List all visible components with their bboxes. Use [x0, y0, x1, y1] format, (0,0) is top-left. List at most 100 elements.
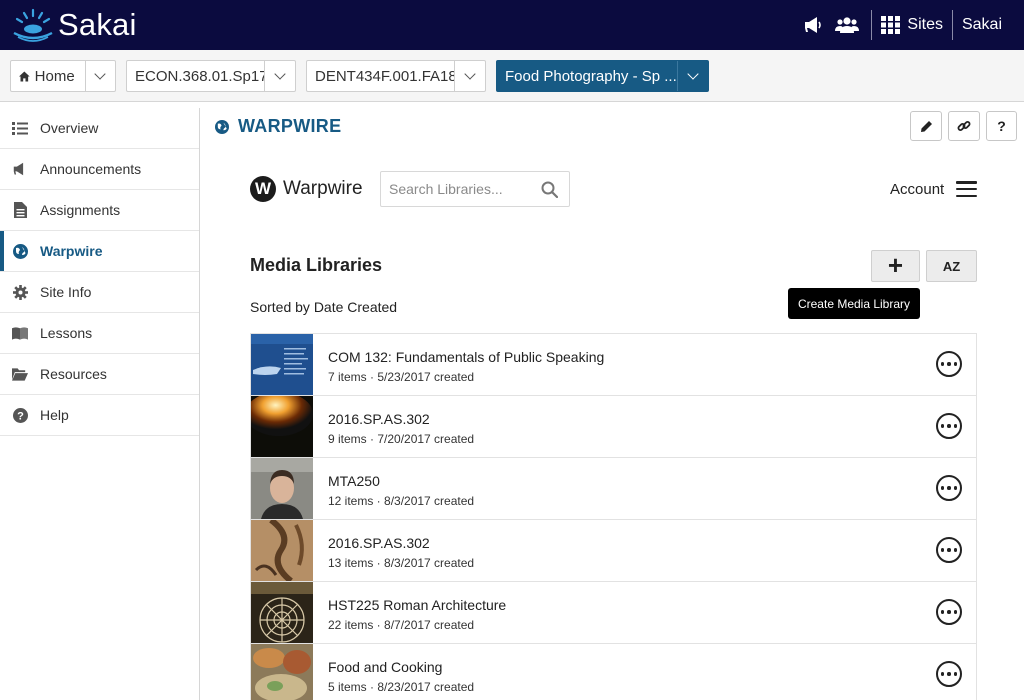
- search-input[interactable]: [389, 179, 539, 199]
- tool-label: Warpwire: [40, 243, 103, 259]
- site-tab-label: DENT434F.001.FA18: [315, 67, 455, 85]
- page-title-text: WARPWIRE: [238, 116, 342, 136]
- more-options-icon[interactable]: [936, 537, 962, 563]
- site-tab-home[interactable]: Home: [10, 60, 116, 92]
- folder-icon: [12, 366, 28, 382]
- warpwire-logo-icon: W: [250, 176, 276, 202]
- top-right-nav: Sites Sakai: [798, 0, 1024, 50]
- sakai-wave-icon: [13, 8, 53, 42]
- notifications-megaphone-icon[interactable]: [798, 0, 828, 50]
- grid-icon: [881, 16, 901, 34]
- search-libraries: [380, 171, 570, 207]
- library-title: Food and Cooking: [328, 659, 443, 675]
- tool-site-info[interactable]: Site Info: [0, 272, 199, 313]
- warpwire-logo[interactable]: W Warpwire: [250, 176, 363, 202]
- tool-label: Site Info: [40, 284, 92, 300]
- tool-menu: Overview Announcements Assignments Warpw…: [0, 108, 200, 700]
- create-media-library-button[interactable]: +: [871, 250, 920, 282]
- library-title: 2016.SP.AS.302: [328, 535, 430, 551]
- edit-button[interactable]: [910, 111, 942, 141]
- site-tab-dropdown[interactable]: [677, 61, 708, 91]
- search-icon[interactable]: [541, 181, 559, 203]
- chevron-down-icon: [274, 68, 286, 80]
- list-item[interactable]: 2016.SP.AS.302 13 items · 8/3/2017 creat…: [250, 520, 977, 582]
- tooltip: Create Media Library: [788, 288, 920, 319]
- library-meta: 12 items · 8/3/2017 created: [328, 494, 475, 508]
- svg-text:?: ?: [17, 410, 24, 422]
- chevron-down-icon: [94, 68, 107, 80]
- help-button[interactable]: ?: [986, 111, 1017, 141]
- tool-label: Resources: [40, 366, 107, 382]
- tool-label: Announcements: [40, 161, 142, 177]
- hamburger-menu-icon[interactable]: [956, 181, 977, 197]
- plus-icon: +: [887, 250, 904, 280]
- library-title: COM 132: Fundamentals of Public Speaking: [328, 349, 605, 365]
- list-icon: [12, 120, 28, 136]
- more-options-icon[interactable]: [936, 599, 962, 625]
- site-tab-label: ECON.368.01.Sp17: [135, 67, 265, 85]
- tool-announcements[interactable]: Announcements: [0, 149, 199, 190]
- library-meta: 5 items · 8/23/2017 created: [328, 680, 475, 694]
- site-tab-dropdown[interactable]: [454, 61, 485, 91]
- site-tab-dent[interactable]: DENT434F.001.FA18: [306, 60, 486, 92]
- sites-button[interactable]: Sites: [881, 16, 943, 34]
- tool-label: Assignments: [40, 202, 121, 218]
- home-icon: [19, 71, 30, 81]
- link-button[interactable]: [948, 111, 980, 141]
- site-tab-dropdown[interactable]: [84, 61, 115, 91]
- tool-label: Overview: [40, 120, 99, 136]
- site-tab-label: Home: [34, 67, 75, 85]
- globe-icon: [12, 243, 28, 259]
- list-item[interactable]: 2016.SP.AS.302 9 items · 7/20/2017 creat…: [250, 396, 977, 458]
- sort-alphabetical-button[interactable]: AZ: [926, 250, 977, 282]
- tool-assignments[interactable]: Assignments: [0, 190, 199, 231]
- gear-icon: [12, 284, 28, 300]
- library-meta: 7 items · 5/23/2017 created: [328, 370, 475, 384]
- divider: [951, 10, 953, 40]
- section-title: Media Libraries: [250, 255, 383, 275]
- site-tab-econ[interactable]: ECON.368.01.Sp17: [126, 60, 296, 92]
- divider: [871, 10, 873, 40]
- more-options-icon[interactable]: [936, 661, 962, 687]
- tool-label: Lessons: [40, 325, 93, 341]
- library-title: HST225 Roman Architecture: [328, 597, 507, 613]
- chevron-down-icon: [464, 68, 476, 80]
- tool-resources[interactable]: Resources: [0, 354, 199, 395]
- tool-warpwire[interactable]: Warpwire: [0, 231, 199, 272]
- tool-help[interactable]: ? Help: [0, 395, 199, 436]
- library-thumbnail: [251, 396, 313, 457]
- library-thumbnail: [251, 520, 313, 581]
- list-item[interactable]: HST225 Roman Architecture 22 items · 8/7…: [250, 582, 977, 644]
- sort-az-icon: AZ: [942, 258, 961, 274]
- more-options-icon[interactable]: [936, 351, 962, 377]
- user-label: Sakai: [961, 16, 1002, 33]
- media-library-list: COM 132: Fundamentals of Public Speaking…: [250, 333, 977, 700]
- users-icon[interactable]: [832, 0, 862, 50]
- tool-lessons[interactable]: Lessons: [0, 313, 199, 354]
- link-icon: [957, 121, 971, 131]
- list-item[interactable]: COM 132: Fundamentals of Public Speaking…: [250, 334, 977, 396]
- tool-label: Help: [40, 407, 69, 423]
- question-circle-icon: ?: [12, 407, 28, 423]
- sites-label: Sites: [907, 16, 943, 33]
- globe-icon: [215, 119, 229, 134]
- list-item[interactable]: MTA250 12 items · 8/3/2017 created: [250, 458, 977, 520]
- sort-status: Sorted by Date Created: [250, 299, 398, 315]
- user-menu-button[interactable]: Sakai: [962, 16, 1024, 34]
- chevron-down-icon: [687, 68, 699, 80]
- library-title: 2016.SP.AS.302: [328, 411, 430, 427]
- site-tab-dropdown[interactable]: [264, 61, 295, 91]
- more-options-icon[interactable]: [936, 413, 962, 439]
- tool-overview[interactable]: Overview: [0, 108, 199, 149]
- list-item[interactable]: Food and Cooking 5 items · 8/23/2017 cre…: [250, 644, 977, 700]
- site-tab-food-photography[interactable]: Food Photography - Sp ...: [496, 60, 709, 92]
- library-meta: 22 items · 8/7/2017 created: [328, 618, 475, 632]
- library-thumbnail: [251, 582, 313, 643]
- library-thumbnail: [251, 334, 313, 395]
- account-link[interactable]: Account: [890, 181, 944, 198]
- sakai-logo[interactable]: Sakai: [10, 6, 137, 44]
- more-options-icon[interactable]: [936, 475, 962, 501]
- library-meta: 9 items · 7/20/2017 created: [328, 432, 475, 446]
- help-label: ?: [997, 118, 1006, 134]
- pencil-icon: [920, 120, 932, 132]
